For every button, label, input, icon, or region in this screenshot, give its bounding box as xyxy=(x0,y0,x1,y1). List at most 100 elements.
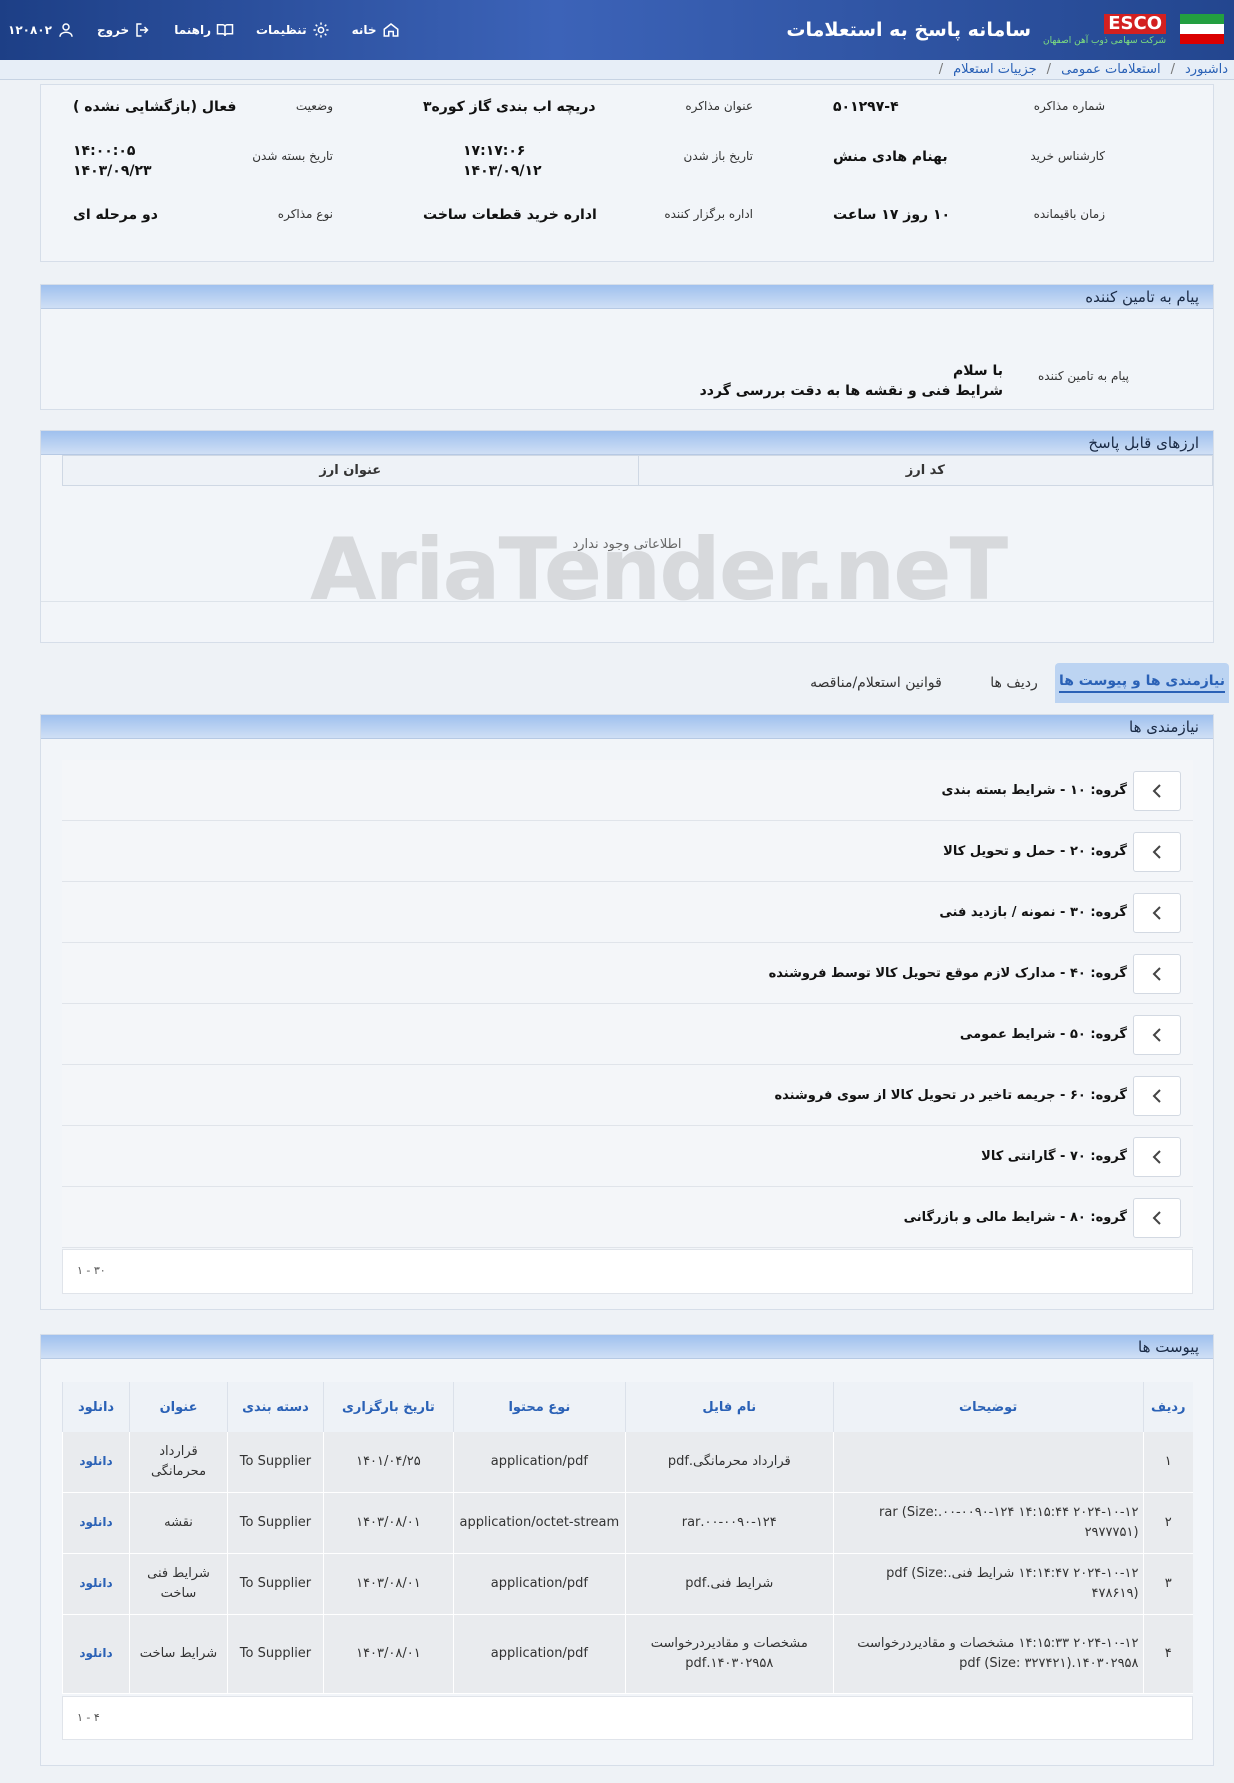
breadcrumb-separator: / xyxy=(1046,62,1052,77)
cell-description: ۲۰۲۴-۱۰-۱۲ ۱۴:۱۴:۴۷ شرایط فنی.pdf (Size:… xyxy=(832,1553,1144,1615)
cell-download[interactable]: دانلود xyxy=(61,1432,130,1493)
table-row: ۴ ۲۰۲۴-۱۰-۱۲ ۱۴:۱۵:۳۳ مشخصات و مقادیردرخو… xyxy=(61,1614,1193,1694)
cell-content-type: application/pdf xyxy=(452,1553,626,1615)
column-header-currency-code[interactable]: کد ارز xyxy=(637,455,1214,486)
requirement-group-row[interactable]: گروه: ۲۰ - حمل و تحویل کالا xyxy=(62,821,1193,882)
column-header-content-type[interactable]: نوع محتوا xyxy=(452,1382,626,1432)
tab-rows[interactable]: ردیف ها xyxy=(974,663,1054,703)
negotiation-number-label: شماره مذاکره xyxy=(1033,99,1105,113)
currencies-table: کد ارز عنوان ارز xyxy=(62,455,1214,486)
open-date: ۱۴۰۳/۰۹/۱۲ xyxy=(463,163,542,179)
cell-file-name: شرایط فنی.pdf xyxy=(624,1553,834,1615)
breadcrumb-inquiry-details[interactable]: جزییات استعلام xyxy=(953,62,1037,77)
logout-link[interactable]: خروج xyxy=(97,21,152,39)
cell-content-type: application/pdf xyxy=(452,1432,626,1493)
cell-download[interactable]: دانلود xyxy=(61,1553,130,1615)
column-header-upload-date[interactable]: تاریخ بارگزاری xyxy=(322,1382,454,1432)
expand-group-button[interactable] xyxy=(1133,1137,1181,1177)
column-header-description[interactable]: توضیحات xyxy=(832,1382,1144,1432)
logout-label: خروج xyxy=(96,23,130,37)
cell-category: To Supplier xyxy=(226,1492,324,1554)
top-bar: ESCO شرکت سهامی ذوب آهن اصفهان سامانه پا… xyxy=(0,0,1234,60)
close-date-label: تاریخ بسته شدن xyxy=(252,149,333,163)
remaining-time-label: زمان باقیمانده xyxy=(1033,207,1105,221)
organizer-label: اداره برگزار کننده xyxy=(664,207,753,221)
section-title: پیوست ها xyxy=(41,1335,1213,1359)
supplier-message-line2: شرایط فنی و نقشه ها به دقت بررسی گردد xyxy=(699,383,1003,399)
expand-group-button[interactable] xyxy=(1133,1198,1181,1238)
tab-requirements-attachments[interactable]: نیازمندی ها و پیوست ها xyxy=(1055,663,1229,703)
breadcrumb-dashboard[interactable]: داشبورد xyxy=(1185,62,1228,77)
flag-logo-icon xyxy=(1178,8,1226,52)
requirement-group-row[interactable]: گروه: ۱۰ - شرایط بسته بندی xyxy=(62,760,1193,821)
cell-content-type: application/octet-stream xyxy=(452,1492,626,1554)
download-link[interactable]: دانلود xyxy=(79,1515,112,1529)
requirement-group-row[interactable]: گروه: ۵۰ - شرایط عمومی xyxy=(62,1004,1193,1065)
attachments-table: ردیف توضیحات نام فایل نوع محتوا تاریخ بارگزا… xyxy=(61,1382,1193,1694)
user-menu[interactable]: ۱۲۰۸۰۲ xyxy=(8,21,75,39)
cell-title: شرایط فنی ساخت xyxy=(129,1553,228,1615)
cell-download[interactable]: دانلود xyxy=(61,1614,130,1694)
column-header-file-name[interactable]: نام فایل xyxy=(624,1382,834,1432)
chevron-left-icon xyxy=(1152,1150,1161,1164)
requirement-group-row[interactable]: گروه: ۴۰ - مدارک لازم موقع تحویل کالا تو… xyxy=(62,943,1193,1004)
cell-download[interactable]: دانلود xyxy=(61,1492,130,1554)
attachments-pager-bar: ۱ - ۴ xyxy=(62,1696,1193,1740)
cell-title: قرارداد محرمانگی xyxy=(129,1432,228,1493)
home-link[interactable]: خانه xyxy=(352,21,400,39)
cell-row-number: ۳ xyxy=(1142,1553,1193,1615)
cell-row-number: ۱ xyxy=(1142,1432,1193,1493)
column-header-row-number[interactable]: ردیف xyxy=(1142,1382,1193,1432)
company-name: شرکت سهامی ذوب آهن اصفهان xyxy=(1043,36,1166,46)
negotiation-title-label: عنوان مذاکره xyxy=(685,99,753,113)
download-link[interactable]: دانلود xyxy=(79,1576,112,1590)
status-value: فعال (بازگشایی نشده ) xyxy=(73,99,237,115)
cell-row-number: ۴ xyxy=(1142,1614,1193,1694)
gear-icon xyxy=(313,22,329,38)
expand-group-button[interactable] xyxy=(1133,954,1181,994)
home-icon xyxy=(383,23,399,37)
settings-link[interactable]: تنظیمات xyxy=(256,21,330,39)
breadcrumb-public-inquiries[interactable]: استعلامات عمومی xyxy=(1061,62,1161,77)
tab-label: ردیف ها xyxy=(990,675,1038,691)
remaining-time: ۱۰ روز ۱۷ ساعت xyxy=(833,207,951,223)
help-link[interactable]: راهنما xyxy=(174,21,234,39)
supplier-message-label: پیام به تامین کننده xyxy=(1038,369,1129,383)
column-header-currency-title[interactable]: عنوان ارز xyxy=(62,455,639,486)
attachments-pager: ۱ - ۴ xyxy=(77,1711,100,1724)
tabs: نیازمندی ها و پیوست ها ردیف ها قوانین اس… xyxy=(0,663,1234,703)
cell-upload-date: ۱۴۰۳/۰۸/۰۱ xyxy=(322,1553,454,1615)
chevron-left-icon xyxy=(1152,906,1161,920)
download-link[interactable]: دانلود xyxy=(79,1454,112,1468)
requirement-group-row[interactable]: گروه: ۸۰ - شرایط مالی و بازرگانی xyxy=(62,1187,1193,1248)
expand-group-button[interactable] xyxy=(1133,832,1181,872)
breadcrumb: داشبورد / استعلامات عمومی / جزییات استعل… xyxy=(0,60,1234,80)
open-date-label: تاریخ باز شدن xyxy=(683,149,753,163)
requirement-group-title: گروه: ۱۰ - شرایط بسته بندی xyxy=(941,783,1127,798)
chevron-left-icon xyxy=(1152,1089,1161,1103)
status-label: وضعیت xyxy=(295,99,333,113)
requirement-group-row[interactable]: گروه: ۶۰ - جریمه تاخیر در تحویل کالا از … xyxy=(62,1065,1193,1126)
requirement-group-title: گروه: ۸۰ - شرایط مالی و بازرگانی xyxy=(903,1210,1127,1225)
table-footer-divider xyxy=(41,601,1213,602)
expand-group-button[interactable] xyxy=(1133,771,1181,811)
cell-title: شرایط ساخت xyxy=(129,1614,228,1694)
requirement-group-row[interactable]: گروه: ۳۰ - نمونه / بازدید فنی xyxy=(62,882,1193,943)
column-header-title[interactable]: عنوان xyxy=(129,1382,228,1432)
expand-group-button[interactable] xyxy=(1133,893,1181,933)
organizer: اداره خرید قطعات ساخت xyxy=(423,207,597,223)
expand-group-button[interactable] xyxy=(1133,1015,1181,1055)
user-id: ۱۲۰۸۰۲ xyxy=(8,23,52,37)
cell-category: To Supplier xyxy=(226,1553,324,1615)
download-link[interactable]: دانلود xyxy=(79,1646,112,1660)
user-icon xyxy=(59,23,73,37)
chevron-left-icon xyxy=(1152,1028,1161,1042)
column-header-download[interactable]: دانلود xyxy=(61,1382,130,1432)
tab-rules[interactable]: قوانین استعلام/مناقصه xyxy=(794,663,958,703)
column-header-category[interactable]: دسته بندی xyxy=(226,1382,324,1432)
cell-file-name: ۰۰-۰۰۹۰-۱۲۴.rar xyxy=(624,1492,834,1554)
requirement-group-row[interactable]: گروه: ۷۰ - گارانتی کالا xyxy=(62,1126,1193,1187)
requirement-group-title: گروه: ۷۰ - گارانتی کالا xyxy=(981,1149,1127,1164)
table-row: ۱ قرارداد محرمانگی.pdf application/pdf ۱۴۰۱… xyxy=(61,1432,1193,1493)
expand-group-button[interactable] xyxy=(1133,1076,1181,1116)
